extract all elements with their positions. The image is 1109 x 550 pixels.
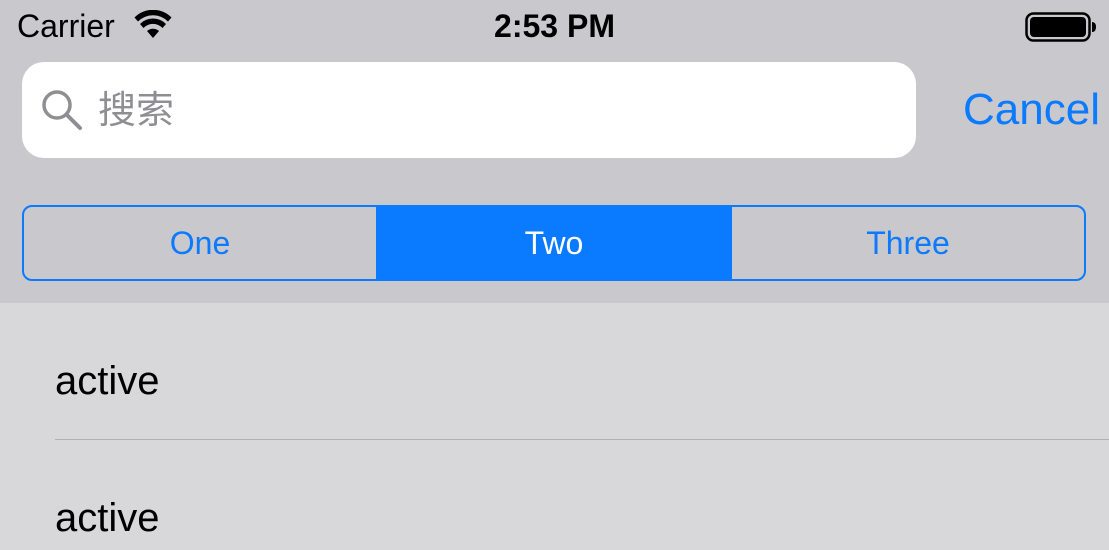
screen: Carrier 2:53 PM Cancel One Two Three xyxy=(0,0,1109,550)
search-icon xyxy=(42,90,82,130)
status-bar: Carrier 2:53 PM xyxy=(0,0,1109,52)
cancel-button[interactable]: Cancel xyxy=(930,80,1100,140)
list-item[interactable]: active xyxy=(0,440,1109,550)
search-header: Carrier 2:53 PM Cancel One Two Three xyxy=(0,0,1109,303)
results-list: active active xyxy=(0,303,1109,550)
segment-three[interactable]: Three xyxy=(730,207,1084,279)
battery-icon xyxy=(1025,12,1096,42)
list-item-label: active xyxy=(55,359,160,403)
list-item[interactable]: active xyxy=(0,303,1109,440)
segmented-control: One Two Three xyxy=(22,205,1086,281)
segment-two[interactable]: Two xyxy=(376,207,730,279)
segment-one[interactable]: One xyxy=(24,207,376,279)
status-time: 2:53 PM xyxy=(494,8,615,44)
search-input[interactable] xyxy=(98,78,898,142)
list-item-label: active xyxy=(55,496,160,540)
